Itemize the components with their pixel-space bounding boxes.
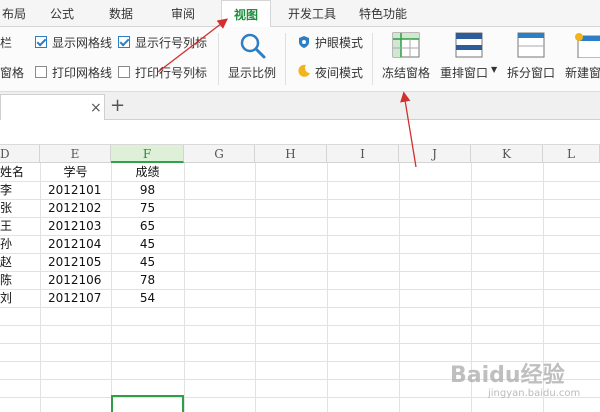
grid-line <box>399 163 400 412</box>
eye-protection-shield-icon[interactable] <box>297 35 311 49</box>
new-tab-icon[interactable]: + <box>110 95 125 116</box>
grid-line <box>184 163 185 412</box>
table-cell-score[interactable]: 78 <box>111 271 184 289</box>
print-headers-checkbox[interactable] <box>118 66 130 78</box>
table-cell-name[interactable]: 孙 <box>0 235 12 253</box>
column-header-h[interactable]: H <box>255 145 327 163</box>
table-cell-name[interactable]: 李 <box>0 181 12 199</box>
table-cell-id[interactable]: 2012107 <box>48 289 101 307</box>
column-header-k[interactable]: K <box>471 145 543 163</box>
header-cell-student-id[interactable]: 学号 <box>40 163 111 181</box>
show-gridlines-checkbox[interactable] <box>35 36 47 48</box>
freeze-panes-button[interactable]: 冻结窗格 <box>382 64 430 81</box>
ribbon-partial-label-1[interactable]: 栏 <box>0 34 12 51</box>
tab-layout[interactable]: 布局 <box>0 0 28 27</box>
table-cell-id[interactable]: 2012103 <box>48 217 101 235</box>
grid-line <box>255 163 256 412</box>
freeze-panes-icon[interactable] <box>392 32 420 58</box>
arrange-windows-icon[interactable] <box>455 32 483 58</box>
tab-formulas[interactable]: 公式 <box>46 0 78 27</box>
zoom-button-label[interactable]: 显示比例 <box>228 64 276 81</box>
print-gridlines-checkbox[interactable] <box>35 66 47 78</box>
eye-protection-mode-button[interactable]: 护眼模式 <box>315 34 363 51</box>
table-cell-id[interactable]: 2012105 <box>48 253 101 271</box>
baidu-watermark-logo: Baidu经验 <box>450 363 565 388</box>
view-ribbon: 栏 窗格 显示网格线 显示行号列标 打印网格线 打印行号列标 显示比例 护眼模式… <box>0 27 600 92</box>
table-cell-name[interactable]: 刘 <box>0 289 12 307</box>
night-mode-button[interactable]: 夜间模式 <box>315 64 363 81</box>
column-header-l[interactable]: L <box>543 145 600 163</box>
tab-review[interactable]: 审阅 <box>166 0 200 27</box>
ribbon-separator <box>285 33 286 85</box>
column-header-d[interactable]: D <box>0 145 40 163</box>
ribbon-separator <box>218 33 219 85</box>
header-cell-score[interactable]: 成绩 <box>111 163 184 181</box>
print-headers-label[interactable]: 打印行号列标 <box>135 64 207 81</box>
table-cell-id[interactable]: 2012104 <box>48 235 101 253</box>
new-window-icon[interactable] <box>574 32 600 58</box>
table-cell-id[interactable]: 2012106 <box>48 271 101 289</box>
column-header-g[interactable]: G <box>184 145 255 163</box>
show-gridlines-label[interactable]: 显示网格线 <box>52 34 112 51</box>
column-header-f[interactable]: F <box>111 145 184 163</box>
grid-line <box>327 163 328 412</box>
zoom-magnifier-icon[interactable] <box>238 31 268 61</box>
table-cell-name[interactable]: 陈 <box>0 271 12 289</box>
ribbon-partial-label-2[interactable]: 窗格 <box>0 64 24 81</box>
tab-view[interactable]: 视图 <box>221 0 271 28</box>
document-tab-bar: × + <box>0 92 600 120</box>
ribbon-separator <box>372 33 373 85</box>
table-cell-name[interactable]: 王 <box>0 217 12 235</box>
column-header-i[interactable]: I <box>327 145 399 163</box>
column-header-e[interactable]: E <box>40 145 111 163</box>
table-cell-score[interactable]: 45 <box>111 235 184 253</box>
split-windows-icon[interactable] <box>517 32 545 58</box>
baidu-watermark-url: jingyan.baidu.com <box>488 388 581 399</box>
night-mode-moon-icon[interactable] <box>297 64 311 78</box>
arrange-windows-button[interactable]: 重排窗口 <box>440 64 488 81</box>
formula-bar[interactable] <box>0 120 600 145</box>
header-cell-name[interactable]: 姓名 <box>0 163 40 181</box>
grid-line <box>0 307 600 308</box>
table-cell-score[interactable]: 65 <box>111 217 184 235</box>
table-cell-score[interactable]: 45 <box>111 253 184 271</box>
menu-tab-bar: 布局 公式 数据 审阅 视图 开发工具 特色功能 <box>0 0 600 28</box>
grid-line <box>0 343 600 344</box>
show-headers-checkbox[interactable] <box>118 36 130 48</box>
active-cell-selection[interactable] <box>111 395 184 412</box>
arrange-dropdown-chevron-icon[interactable]: ▼ <box>491 65 497 74</box>
tab-developer[interactable]: 开发工具 <box>283 0 341 27</box>
table-cell-id[interactable]: 2012101 <box>48 181 101 199</box>
table-cell-name[interactable]: 赵 <box>0 253 12 271</box>
new-window-button[interactable]: 新建窗 <box>565 64 600 81</box>
document-tab[interactable]: × <box>0 94 105 120</box>
table-cell-score[interactable]: 75 <box>111 199 184 217</box>
table-cell-name[interactable]: 张 <box>0 199 12 217</box>
table-cell-score[interactable]: 54 <box>111 289 184 307</box>
table-cell-score[interactable]: 98 <box>111 181 184 199</box>
tab-data[interactable]: 数据 <box>104 0 138 27</box>
close-tab-icon[interactable]: × <box>90 100 102 116</box>
grid-line <box>40 163 41 412</box>
show-headers-label[interactable]: 显示行号列标 <box>135 34 207 51</box>
grid-line <box>0 325 600 326</box>
split-windows-button[interactable]: 拆分窗口 <box>507 64 555 81</box>
tab-special-features[interactable]: 特色功能 <box>354 0 412 27</box>
print-gridlines-label[interactable]: 打印网格线 <box>52 64 112 81</box>
column-header-j[interactable]: J <box>399 145 471 163</box>
table-cell-id[interactable]: 2012102 <box>48 199 101 217</box>
